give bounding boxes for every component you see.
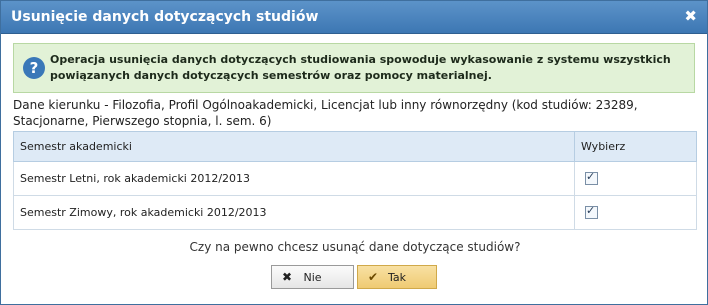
select-checkbox[interactable] xyxy=(585,170,598,186)
confirm-question: Czy na pewno chcesz usunąć dane dotycząc… xyxy=(189,240,521,254)
dialog: Usunięcie danych dotyczących studiów ✖ ?… xyxy=(0,0,708,305)
select-cell xyxy=(574,195,697,230)
select-checkbox[interactable] xyxy=(585,204,598,220)
question-icon: ? xyxy=(23,57,45,79)
no-button-label: Nie xyxy=(303,271,322,284)
yes-button-label: Tak xyxy=(387,271,406,284)
column-header-semester: Semestr akademicki xyxy=(13,131,575,162)
dialog-titlebar: Usunięcie danych dotyczących studiów ✖ xyxy=(1,1,707,34)
info-message: ? Operacja usunięcia danych dotyczących … xyxy=(13,43,695,93)
dialog-title: Usunięcie danych dotyczących studiów xyxy=(11,9,319,25)
info-text: Operacja usunięcia danych dotyczących st… xyxy=(50,53,671,82)
semester-cell: Semestr Zimowy, rok akademicki 2012/2013 xyxy=(13,195,575,230)
study-details: Dane kierunku - Filozofia, Profil Ogólno… xyxy=(13,98,638,128)
table-row: Semestr Zimowy, rok akademicki 2012/2013 xyxy=(13,195,697,230)
select-cell xyxy=(574,161,697,196)
close-icon[interactable]: ✖ xyxy=(684,7,697,25)
semester-cell: Semestr Letni, rok akademicki 2012/2013 xyxy=(13,161,575,196)
no-button[interactable]: ✖ Nie xyxy=(271,265,354,289)
column-header-select: Wybierz xyxy=(574,131,697,162)
semester-table: Semestr akademicki Wybierz Semestr Letni… xyxy=(13,131,697,230)
table-header-row: Semestr akademicki Wybierz xyxy=(13,131,697,162)
table-row: Semestr Letni, rok akademicki 2012/2013 xyxy=(13,161,697,196)
yes-button[interactable]: ✔ Tak xyxy=(357,265,437,289)
